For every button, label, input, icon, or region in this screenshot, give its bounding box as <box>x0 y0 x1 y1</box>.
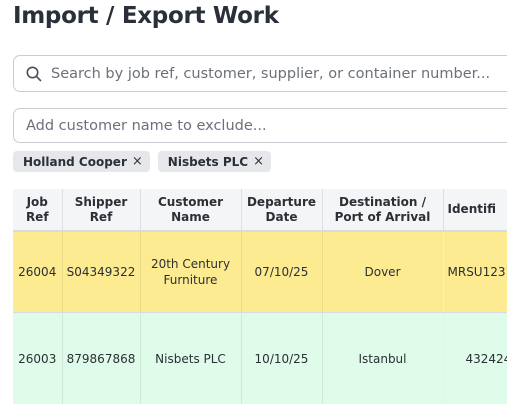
search-field[interactable] <box>13 55 507 92</box>
excluded-customer-tags: Holland Cooper × Nisbets PLC × <box>13 151 272 172</box>
cell-identifier: MRSU1231 <box>443 231 507 313</box>
cell-departure-date: 10/10/25 <box>241 312 323 404</box>
search-icon <box>25 65 43 83</box>
remove-tag-icon[interactable]: × <box>132 154 143 169</box>
column-header-customer-name[interactable]: Customer Name <box>140 189 242 232</box>
excluded-tag: Nisbets PLC × <box>157 151 272 172</box>
cell-shipper-ref: S04349322 <box>62 231 141 313</box>
cell-identifier: 432424 <box>443 312 507 404</box>
cell-shipper-ref: 879867868 <box>62 312 141 404</box>
exclude-customer-field[interactable] <box>13 108 507 143</box>
page-title: Import / Export Work <box>13 3 279 29</box>
excluded-tag-label: Holland Cooper <box>23 154 127 169</box>
excluded-tag: Holland Cooper × <box>13 151 150 172</box>
table-row[interactable]: 26003 879867868 Nisbets PLC 10/10/25 Ist… <box>13 312 507 404</box>
cell-customer-name: Nisbets PLC <box>140 312 242 404</box>
column-header-identifier[interactable]: Identifi <box>443 189 507 232</box>
table-row[interactable]: 26004 S04349322 20th Century Furniture 0… <box>13 231 507 313</box>
cell-destination: Dover <box>322 231 444 313</box>
column-header-destination[interactable]: Destination / Port of Arrival <box>322 189 444 232</box>
cell-job-ref: 26003 <box>13 312 63 404</box>
column-header-shipper-ref[interactable]: Shipper Ref <box>62 189 141 232</box>
cell-destination: Istanbul <box>322 312 444 404</box>
jobs-table: Job Ref Shipper Ref Customer Name Depart… <box>13 189 507 404</box>
exclude-customer-input[interactable] <box>14 117 507 134</box>
cell-customer-name: 20th Century Furniture <box>140 231 242 313</box>
column-header-job-ref[interactable]: Job Ref <box>13 189 63 232</box>
excluded-tag-label: Nisbets PLC <box>167 154 249 169</box>
search-input[interactable] <box>51 65 507 82</box>
jobs-table-container[interactable]: Job Ref Shipper Ref Customer Name Depart… <box>13 189 507 404</box>
remove-tag-icon[interactable]: × <box>253 154 264 169</box>
column-header-departure-date[interactable]: Departure Date <box>241 189 323 232</box>
table-header-row: Job Ref Shipper Ref Customer Name Depart… <box>13 189 507 232</box>
cell-departure-date: 07/10/25 <box>241 231 323 313</box>
cell-job-ref: 26004 <box>13 231 63 313</box>
